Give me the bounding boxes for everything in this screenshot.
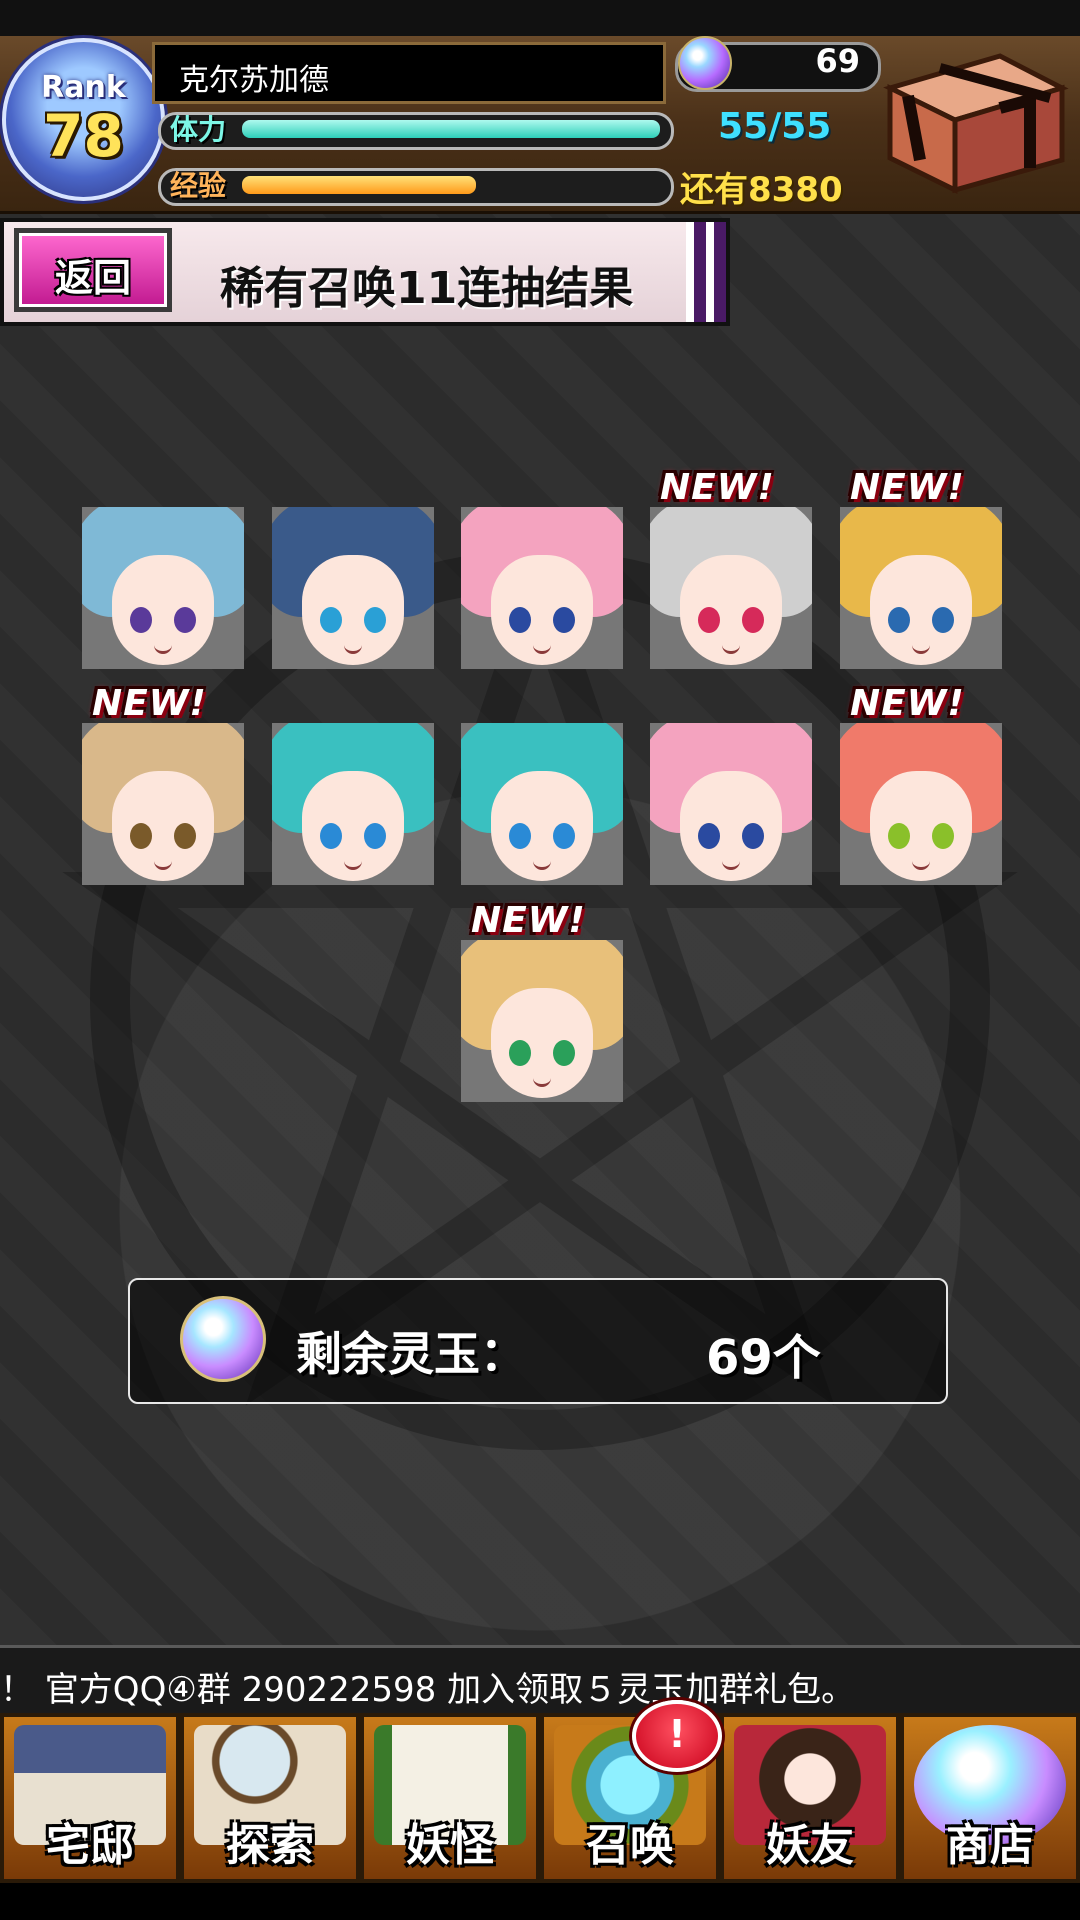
remaining-orbs-label: 剩余灵玉：: [296, 1327, 526, 1381]
portrait-face: [870, 555, 972, 665]
player-name: 克尔苏加德: [179, 63, 329, 98]
character-portrait[interactable]: [650, 507, 812, 669]
portrait-eye: [364, 607, 386, 633]
stamina-value: 55/55: [718, 106, 832, 147]
rank-badge[interactable]: Rank 78: [2, 38, 165, 201]
portrait-face: [491, 988, 593, 1098]
announcement-ticker[interactable]: ！ 官方QQ④群 290222598 加入领取５灵玉加群礼包。: [0, 1645, 1080, 1716]
status-bar: [0, 0, 1080, 36]
portrait-eye: [932, 823, 954, 849]
rank-label: Rank: [41, 70, 126, 105]
character-portrait[interactable]: [461, 723, 623, 885]
portrait-eye: [320, 607, 342, 633]
portrait-face: [112, 771, 214, 881]
portrait-eye: [932, 607, 954, 633]
character-portrait[interactable]: [650, 723, 812, 885]
portrait-face: [870, 771, 972, 881]
nav-item-home[interactable]: 宅邸: [0, 1713, 180, 1883]
character-portrait[interactable]: [840, 723, 1002, 885]
portrait-eye: [174, 823, 196, 849]
portrait-face: [680, 555, 782, 665]
summon-notification-badge: !: [632, 1700, 722, 1772]
new-badge: NEW!: [92, 683, 207, 724]
character-portrait[interactable]: [461, 507, 623, 669]
portrait-mouth: [344, 859, 362, 870]
nav-label-summon: 召唤: [586, 1820, 674, 1871]
exp-bar-fill: [242, 176, 476, 194]
character-portrait[interactable]: [461, 940, 623, 1102]
portrait-mouth: [912, 859, 930, 870]
treasure-chest-icon[interactable]: [880, 48, 1070, 196]
nav-label-friends: 妖友: [766, 1820, 854, 1871]
character-portrait[interactable]: [272, 507, 434, 669]
portrait-eye: [742, 607, 764, 633]
portrait-eye: [698, 823, 720, 849]
portrait-mouth: [533, 859, 551, 870]
remaining-orbs-value: 69个: [706, 1330, 821, 1386]
new-badge: NEW!: [660, 467, 775, 508]
spirit-orb-icon: [180, 1296, 266, 1382]
portrait-eye: [174, 607, 196, 633]
new-badge: NEW!: [850, 467, 965, 508]
portrait-eye: [364, 823, 386, 849]
portrait-eye: [698, 607, 720, 633]
character-portrait[interactable]: [82, 723, 244, 885]
portrait-eye: [130, 607, 152, 633]
character-portrait[interactable]: [840, 507, 1002, 669]
stamina-label: 体力: [170, 113, 227, 146]
portrait-mouth: [154, 643, 172, 654]
portrait-face: [680, 771, 782, 881]
nav-item-friends[interactable]: 妖友: [720, 1713, 900, 1883]
banner-stripe: [686, 222, 726, 322]
badge-text: !: [668, 1712, 686, 1756]
back-button-label: 返回: [54, 256, 131, 300]
portrait-mouth: [533, 643, 551, 654]
nav-item-explore[interactable]: 探索: [180, 1713, 360, 1883]
portrait-eye: [553, 607, 575, 633]
portrait-mouth: [533, 1076, 551, 1087]
portrait-face: [491, 555, 593, 665]
portrait-mouth: [154, 859, 172, 870]
portrait-mouth: [912, 643, 930, 654]
portrait-eye: [553, 823, 575, 849]
portrait-eye: [509, 607, 531, 633]
nav-label-yokai: 妖怪: [406, 1820, 494, 1871]
portrait-eye: [888, 607, 910, 633]
new-badge: NEW!: [471, 900, 586, 941]
spirit-orb-icon: [678, 36, 732, 90]
orb-count: 69: [815, 42, 860, 80]
character-portrait[interactable]: [82, 507, 244, 669]
nav-item-yokai[interactable]: 妖怪: [360, 1713, 540, 1883]
new-badge: NEW!: [850, 683, 965, 724]
portrait-eye: [553, 1040, 575, 1066]
portrait-eye: [509, 1040, 531, 1066]
player-name-box: 克尔苏加德: [152, 42, 666, 104]
portrait-face: [112, 555, 214, 665]
portrait-mouth: [344, 643, 362, 654]
portrait-eye: [320, 823, 342, 849]
nav-label-explore: 探索: [226, 1820, 314, 1871]
portrait-mouth: [722, 643, 740, 654]
page-title: 稀有召唤11连抽结果: [220, 263, 634, 314]
remaining-exp: 还有8380: [680, 170, 843, 210]
portrait-face: [302, 771, 404, 881]
system-nav-bar: [0, 1883, 1080, 1920]
portrait-face: [491, 771, 593, 881]
nav-item-shop[interactable]: 商店: [900, 1713, 1080, 1883]
portrait-face: [302, 555, 404, 665]
portrait-eye: [742, 823, 764, 849]
portrait-eye: [509, 823, 531, 849]
bottom-nav: 宅邸 探索 妖怪 召唤 妖友 商店: [0, 1713, 1080, 1883]
stamina-bar-fill: [242, 120, 660, 138]
exp-label: 经验: [170, 169, 227, 202]
nav-label-home: 宅邸: [46, 1820, 134, 1871]
rank-value: 78: [43, 102, 124, 170]
portrait-eye: [888, 823, 910, 849]
portrait-eye: [130, 823, 152, 849]
nav-label-shop: 商店: [946, 1820, 1034, 1871]
character-portrait[interactable]: [272, 723, 434, 885]
back-button[interactable]: 返回: [14, 228, 172, 312]
ticker-text: ！ 官方QQ④群 290222598 加入领取５灵玉加群礼包。: [0, 1670, 856, 1710]
portrait-mouth: [722, 859, 740, 870]
